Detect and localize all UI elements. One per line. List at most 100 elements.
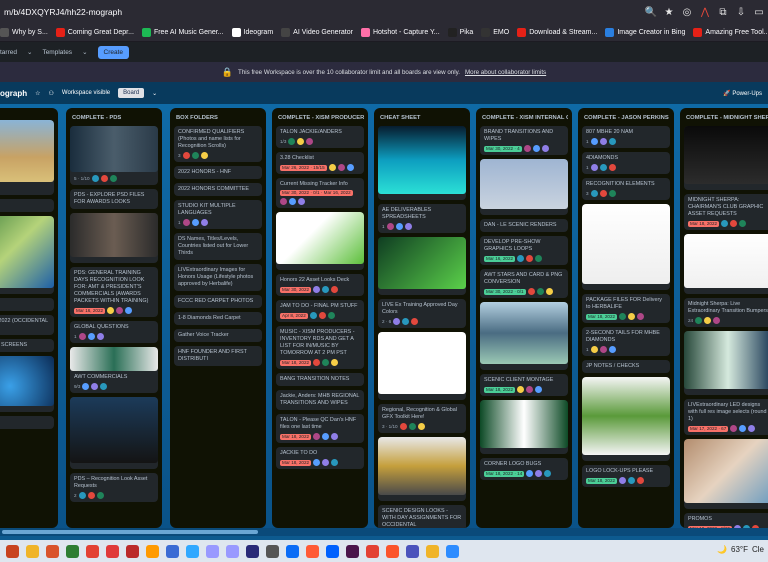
bookmark-item[interactable]: Ideogram (231, 28, 273, 37)
chevron-down-icon[interactable]: ⌄ (27, 48, 32, 56)
member-avatar[interactable] (590, 164, 598, 172)
taskbar-app-icon[interactable] (406, 544, 419, 558)
member-avatar[interactable] (404, 223, 412, 231)
card[interactable]: TALON - Please QC Dan's HNF files one la… (276, 414, 364, 444)
member-avatar[interactable] (535, 255, 543, 263)
member-avatar[interactable] (526, 470, 534, 478)
workspace-visibility[interactable]: Workspace visible (62, 90, 110, 96)
list-title[interactable]: BOX FOLDERS (174, 112, 262, 126)
card[interactable] (480, 400, 568, 455)
card[interactable]: S (0, 416, 54, 430)
member-avatar[interactable] (91, 383, 99, 391)
member-avatar[interactable] (297, 138, 305, 146)
member-avatar[interactable] (411, 318, 419, 326)
member-avatar[interactable] (608, 346, 616, 354)
member-avatar[interactable] (322, 286, 330, 294)
member-avatar[interactable] (100, 383, 108, 391)
card[interactable]: 5 (0, 120, 54, 195)
bookmark-item[interactable]: Amazing Free Tool... (693, 28, 768, 37)
card[interactable] (684, 126, 768, 190)
card[interactable]: 3.28 Checklist Mar 26, 2022 · 15/15 (276, 152, 364, 175)
member-avatar[interactable] (541, 145, 549, 153)
sidebar-icon[interactable]: ▭ (750, 7, 768, 18)
member-avatar[interactable] (637, 477, 645, 485)
card[interactable] (480, 302, 568, 371)
card[interactable] (480, 159, 568, 216)
member-avatar[interactable] (298, 198, 305, 206)
member-avatar[interactable] (545, 288, 553, 296)
card[interactable]: STUDIO KIT MULTIPLE LANGUAGES 1 (174, 200, 262, 230)
member-avatar[interactable] (100, 175, 108, 182)
member-avatar[interactable] (91, 175, 99, 182)
card[interactable]: JACKIE TO DO Mar 18, 2022 (276, 447, 364, 470)
member-avatar[interactable] (713, 317, 721, 325)
card[interactable] (378, 126, 466, 200)
member-avatar[interactable] (182, 152, 190, 160)
card[interactable]: LOGO LOCK-UPS PLEASE Mar 18, 2022 (582, 465, 670, 488)
card[interactable]: PDS: GENERAL TRAINING DAYS RECOGNITION L… (70, 267, 158, 318)
card[interactable]: AWT COMMERCIALS 9/3 (70, 347, 158, 394)
member-avatar[interactable] (328, 164, 336, 172)
member-avatar[interactable] (402, 318, 410, 326)
card[interactable]: SCENIC DESIGN LOOKS - WITH DAY ASSIGNMEN… (378, 505, 466, 528)
weather-icon[interactable]: 🌙 (717, 545, 727, 554)
card[interactable]: DEVELOP PRE-SHOW GRAPHICS LOOPS Mar 16, 2… (480, 236, 568, 266)
card[interactable]: MUSIC - XISM PRODUCERS - INVENTORY RDS A… (276, 326, 364, 370)
list-title[interactable]: COMPLETE - XISM PRODUCERS (276, 112, 364, 126)
member-avatar[interactable] (517, 255, 525, 263)
list-title[interactable]: CHEAT SHEET (378, 112, 466, 126)
taskbar-app-icon[interactable] (26, 544, 39, 558)
list-column[interactable]: COMPLETE - PDS 5 · 1/10 PDS - EXPLORE PSD … (66, 108, 162, 528)
card[interactable]: FCCC RED CARPET PHOTOS (174, 295, 262, 309)
card[interactable]: CONFIRMED QUALIFIERS (Photos and name li… (174, 126, 262, 163)
member-avatar[interactable] (313, 286, 321, 294)
member-avatar[interactable] (590, 138, 598, 146)
card[interactable] (684, 439, 768, 510)
list-title[interactable] (0, 112, 54, 120)
create-button[interactable]: Create (97, 45, 130, 59)
card[interactable]: Gather Voice Tracker (174, 329, 262, 343)
member-avatar[interactable] (399, 423, 407, 431)
card[interactable]: JP NOTES / CHECKS (582, 360, 670, 374)
extensions-puzzle-icon[interactable]: ⧉ (714, 7, 732, 18)
card[interactable] (0, 356, 54, 413)
card[interactable] (582, 377, 670, 462)
member-avatar[interactable] (527, 288, 535, 296)
list-title[interactable]: COMPLETE - JASON PERKINS (582, 112, 670, 126)
starred-menu[interactable]: tarred (0, 49, 17, 56)
member-avatar[interactable] (87, 492, 95, 500)
member-avatar[interactable] (78, 333, 86, 341)
member-avatar[interactable] (608, 190, 616, 198)
member-avatar[interactable] (599, 346, 607, 354)
list-title[interactable]: COMPLETE - XISM INTERNAL GFX (480, 112, 568, 126)
card[interactable]: MIDNIGHT SHERPA: CHAIRMAN'S CLUB GRAPHIC… (684, 194, 768, 231)
chevron-down-icon[interactable]: ⌄ (152, 90, 157, 97)
card[interactable]: 2022 HONORS COMMITTEE (174, 183, 262, 197)
card[interactable]: 5 · 1/10 (70, 126, 158, 185)
card[interactable]: PDS – Recognition Look Asset Requests 2 (70, 473, 158, 503)
member-avatar[interactable] (739, 425, 747, 433)
card[interactable]: 2022 HONORS - HNF (174, 166, 262, 180)
card[interactable]: GLOBAL QUESTIONS 1 (70, 321, 158, 344)
collaborator-limits-link[interactable]: More about collaborator limits (465, 69, 546, 76)
acrobat-extension-icon[interactable]: ⋀ (696, 7, 714, 18)
member-avatar[interactable] (535, 386, 543, 394)
taskbar-app-icon[interactable] (446, 544, 459, 558)
member-avatar[interactable] (331, 286, 339, 294)
list-column[interactable]: CHEAT SHEET AE DELIVERABLES SPREADSHEETS 1… (374, 108, 470, 528)
card[interactable]: 4DIAMONDS 1 (582, 152, 670, 175)
templates-menu[interactable]: Templates (42, 49, 72, 56)
card[interactable]: LIVE Ex Training Approved Day Colors 2 · … (378, 299, 466, 329)
card[interactable]: LIVExtraordinary LED designs with full r… (684, 399, 768, 436)
taskbar-app-icon[interactable] (226, 544, 239, 558)
card[interactable]: Honors 22 Asset Looks Deck Mar 30, 2022 (276, 274, 364, 297)
taskbar-app-icon[interactable] (6, 544, 19, 558)
taskbar-app-icon[interactable] (46, 544, 59, 558)
member-avatar[interactable] (313, 433, 321, 441)
member-avatar[interactable] (608, 138, 616, 146)
card[interactable]: BANG TRANSITION NOTES (276, 373, 364, 387)
member-avatar[interactable] (535, 470, 543, 478)
member-avatar[interactable] (590, 346, 598, 354)
member-avatar[interactable] (599, 164, 607, 172)
member-avatar[interactable] (590, 190, 598, 198)
